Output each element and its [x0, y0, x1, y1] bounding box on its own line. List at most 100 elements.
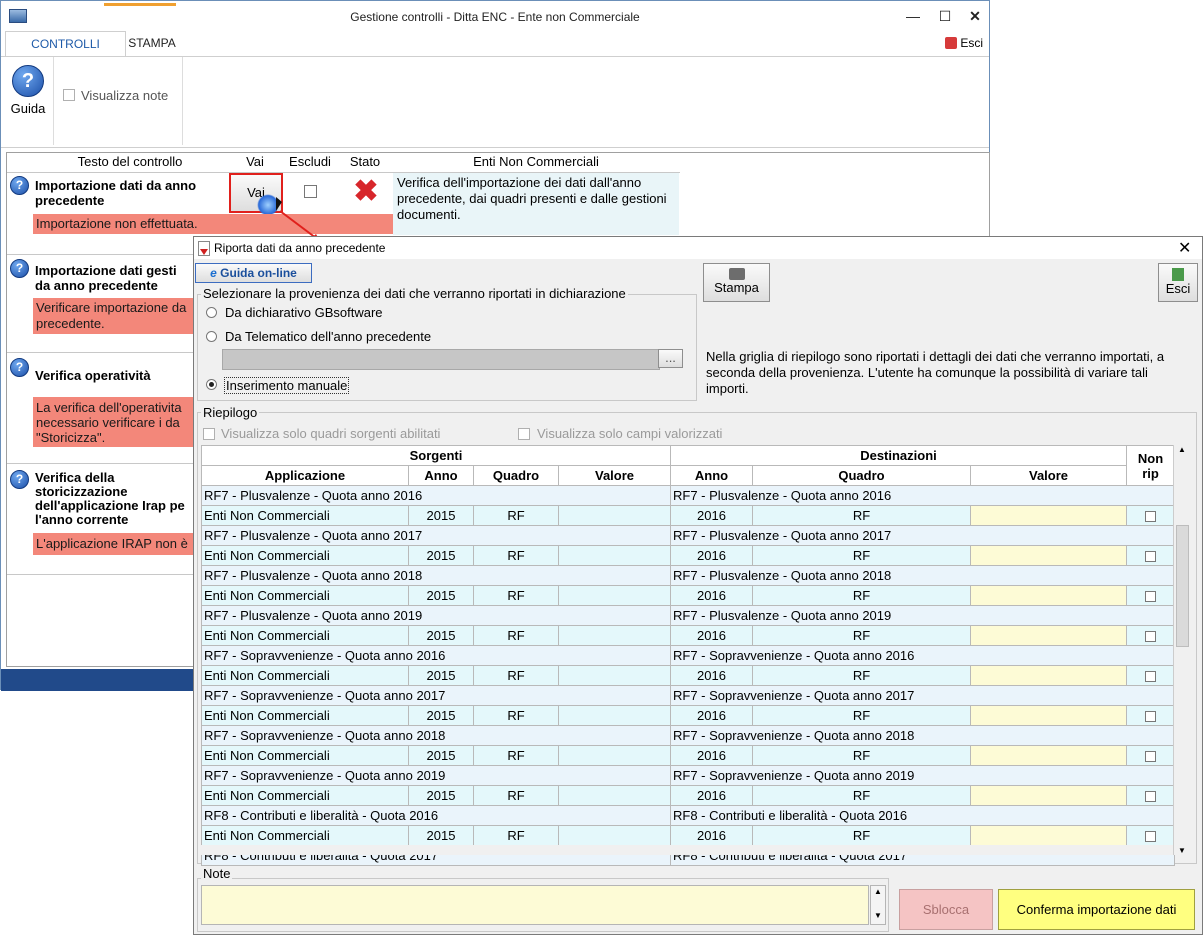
source-quadro: RF: [473, 665, 559, 686]
summary-title-row: RF8 - Contributi e liberalità - Quota 20…: [201, 805, 1175, 826]
dest-quadro: RF: [752, 545, 971, 566]
source-app: Enti Non Commerciali: [201, 505, 409, 526]
help-button[interactable]: ? Guida: [7, 65, 49, 116]
dest-year: 2016: [670, 585, 753, 606]
confirm-import-button[interactable]: Conferma importazione dati: [998, 889, 1195, 930]
dest-quadro: RF: [752, 505, 971, 526]
exit-icon: [1172, 268, 1184, 281]
print-button[interactable]: Stampa: [703, 263, 770, 302]
source-quadro: RF: [473, 825, 559, 846]
maximize-icon[interactable]: ☐: [931, 5, 959, 27]
col-app-header: Applicazione: [201, 465, 409, 486]
summary-grid: Sorgenti Destinazioni Non rip Applicazio…: [201, 445, 1175, 866]
radio-telematico-label: Da Telematico dell'anno precedente: [225, 329, 432, 344]
summary-title-row: RF7 - Sopravvenienze - Quota anno 2019 RF…: [201, 765, 1175, 786]
exit-button[interactable]: Esci: [1158, 263, 1198, 302]
col-header-exclude: Escludi: [289, 154, 331, 169]
dest-value-input[interactable]: [970, 505, 1127, 526]
nonrip-checkbox[interactable]: [1145, 631, 1156, 643]
nonrip-checkbox[interactable]: [1145, 711, 1156, 723]
notes-textarea[interactable]: [201, 885, 869, 925]
source-app: Enti Non Commerciali: [201, 585, 409, 606]
dialog-title: Riporta dati da anno precedente: [214, 241, 386, 255]
nonrip-checkbox[interactable]: [1145, 751, 1156, 763]
source-year: 2015: [408, 545, 474, 566]
nonrip-cell: [1126, 585, 1175, 606]
dest-title: RF7 - Plusvalenze - Quota anno 2017: [670, 525, 1175, 546]
nonrip-checkbox[interactable]: [1145, 551, 1156, 563]
col-nonrip-header: Non rip: [1126, 445, 1175, 486]
dest-value-input[interactable]: [970, 785, 1127, 806]
radio-telematico[interactable]: [206, 331, 217, 342]
scroll-up-icon[interactable]: ▲: [1174, 445, 1190, 454]
summary-data-row: Enti Non Commerciali 2015 RF 2016 RF: [201, 825, 1175, 846]
dialog-close-icon[interactable]: ✕: [1178, 238, 1191, 258]
summary-title-row: RF7 - Sopravvenienze - Quota anno 2016 RF…: [201, 645, 1175, 666]
tab-stampa[interactable]: STAMPA: [104, 3, 200, 55]
status-strip: [1, 669, 194, 691]
source-value: [558, 745, 671, 766]
row-help-icon[interactable]: ?: [10, 259, 29, 278]
source-title: RF7 - Sopravvenienze - Quota anno 2018: [201, 725, 671, 746]
nonrip-checkbox[interactable]: [1145, 831, 1156, 843]
source-title: RF7 - Sopravvenienze - Quota anno 2017: [201, 685, 671, 706]
source-app: Enti Non Commerciali: [201, 545, 409, 566]
ie-icon: e: [210, 266, 217, 280]
unlock-button[interactable]: Sblocca: [899, 889, 993, 930]
guide-online-button[interactable]: e Guida on-line: [195, 263, 312, 283]
summary-title-row: RF7 - Plusvalenze - Quota anno 2019 RF7 -…: [201, 605, 1175, 626]
radio-gbsoftware-label: Da dichiarativo GBsoftware: [225, 305, 383, 320]
nonrip-checkbox[interactable]: [1145, 511, 1156, 523]
radio-gbsoftware[interactable]: [206, 307, 217, 318]
nonrip-checkbox[interactable]: [1145, 791, 1156, 803]
dest-value-input[interactable]: [970, 665, 1127, 686]
source-value: [558, 825, 671, 846]
summary-title-row: RF7 - Plusvalenze - Quota anno 2018 RF7 -…: [201, 565, 1175, 586]
dest-value-input[interactable]: [970, 585, 1127, 606]
browse-button[interactable]: ...: [658, 349, 683, 368]
grid-scrollbar[interactable]: ▲ ▼: [1173, 445, 1190, 855]
summary-data-row: Enti Non Commerciali 2015 RF 2016 RF: [201, 705, 1175, 726]
scroll-down-icon[interactable]: ▼: [1174, 846, 1190, 855]
dest-title: RF7 - Sopravvenienze - Quota anno 2017: [670, 685, 1175, 706]
row-help-icon[interactable]: ?: [10, 358, 29, 377]
source-app: Enti Non Commerciali: [201, 825, 409, 846]
scroll-thumb[interactable]: [1176, 525, 1189, 647]
nonrip-cell: [1126, 825, 1175, 846]
notes-label: Note: [201, 866, 233, 881]
radio-manuale[interactable]: [206, 379, 217, 390]
col-quadro-header: Quadro: [473, 465, 559, 486]
help-label: Guida: [10, 101, 46, 116]
dest-value-input[interactable]: [970, 545, 1127, 566]
summary-title-row: RF7 - Plusvalenze - Quota anno 2016 RF7 -…: [201, 485, 1175, 506]
source-title: RF7 - Plusvalenze - Quota anno 2017: [201, 525, 671, 546]
exit-link[interactable]: Esci: [945, 36, 983, 50]
filter-sources-checkbox[interactable]: [203, 428, 215, 440]
minimize-icon[interactable]: —: [899, 5, 927, 27]
close-icon[interactable]: ✕: [961, 5, 989, 27]
nonrip-checkbox[interactable]: [1145, 591, 1156, 603]
notes-scrollbar[interactable]: ▲ ▼: [870, 885, 886, 925]
dest-value-input[interactable]: [970, 745, 1127, 766]
dest-value-input[interactable]: [970, 625, 1127, 646]
source-year: 2015: [408, 785, 474, 806]
summary-data-row: Enti Non Commerciali 2015 RF 2016 RF: [201, 745, 1175, 766]
filter-values-checkbox[interactable]: [518, 428, 530, 440]
dest-title: RF8 - Contributi e liberalità - Quota 20…: [670, 805, 1175, 826]
source-value: [558, 545, 671, 566]
dest-value-input[interactable]: [970, 705, 1127, 726]
row-help-icon[interactable]: ?: [10, 176, 29, 195]
dest-quadro: RF: [752, 625, 971, 646]
exclude-checkbox[interactable]: [304, 185, 317, 198]
summary-data-row: Enti Non Commerciali 2015 RF 2016 RF: [201, 545, 1175, 566]
source-quadro: RF: [473, 505, 559, 526]
file-path-field[interactable]: [222, 349, 660, 370]
filter-values-label: Visualizza solo campi valorizzati: [537, 426, 723, 441]
source-year: 2015: [408, 825, 474, 846]
dest-quadro: RF: [752, 785, 971, 806]
nonrip-checkbox[interactable]: [1145, 671, 1156, 683]
row-help-icon[interactable]: ?: [10, 470, 29, 489]
notes-checkbox[interactable]: [63, 89, 75, 101]
info-text: Nella griglia di riepilogo sono riportat…: [706, 349, 1165, 396]
dest-value-input[interactable]: [970, 825, 1127, 846]
